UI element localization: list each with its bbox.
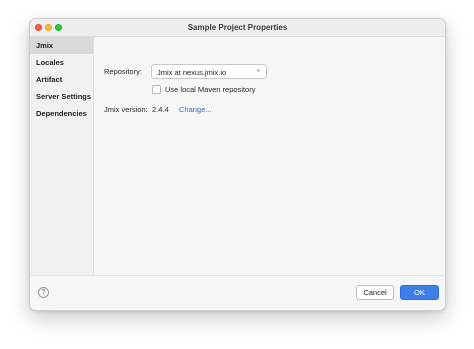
chevron-down-icon (256, 69, 261, 72)
dialog-footer: ? Cancel OK (30, 275, 445, 310)
cancel-button[interactable]: Cancel (356, 285, 394, 300)
properties-dialog: Sample Project Properties Jmix Locales A… (29, 18, 446, 311)
sidebar-item-server-settings[interactable]: Server Settings (30, 88, 93, 105)
settings-sidebar: Jmix Locales Artifact Server Settings De… (30, 37, 94, 276)
window-title: Sample Project Properties (187, 23, 288, 32)
jmix-version-label: Jmix version: (104, 105, 148, 114)
sidebar-item-jmix[interactable]: Jmix (30, 37, 93, 54)
change-version-link[interactable]: Change... (179, 105, 212, 114)
use-local-maven-label[interactable]: Use local Maven repository (165, 85, 255, 94)
help-icon[interactable]: ? (38, 287, 49, 298)
repository-select[interactable]: Jmix at nexus.jmix.io (151, 64, 267, 79)
jmix-version-value: 2.4.4 (152, 105, 169, 114)
sidebar-item-locales[interactable]: Locales (30, 54, 93, 71)
use-local-maven-checkbox[interactable] (152, 85, 161, 94)
sidebar-item-artifact[interactable]: Artifact (30, 71, 93, 88)
jmix-settings-panel: Repository: Jmix at nexus.jmix.io Use lo… (94, 37, 445, 276)
title-bar[interactable]: Sample Project Properties (30, 19, 445, 37)
sidebar-item-dependencies[interactable]: Dependencies (30, 105, 93, 122)
repository-label: Repository: (104, 67, 142, 76)
ok-button[interactable]: OK (400, 285, 439, 300)
repository-value: Jmix at nexus.jmix.io (157, 68, 227, 77)
